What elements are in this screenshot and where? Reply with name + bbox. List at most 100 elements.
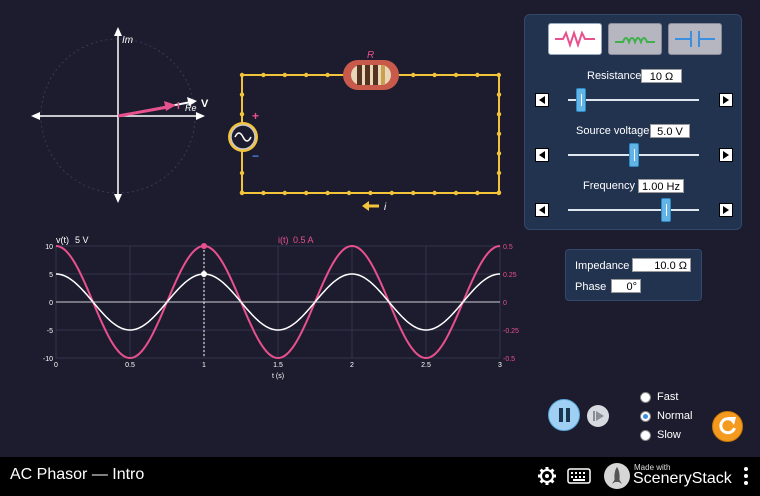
- frequency-slider-thumb[interactable]: [661, 198, 672, 222]
- electron-dot: [325, 190, 330, 196]
- speed-fast-radio[interactable]: [640, 392, 651, 403]
- gear-icon[interactable]: [537, 466, 557, 486]
- current-label: i: [384, 202, 387, 213]
- phase-label: Phase: [575, 281, 607, 293]
- frequency-increase-button[interactable]: [719, 203, 733, 217]
- circuit-diagram[interactable]: R + − i: [222, 45, 512, 215]
- current-cursor-point: [201, 243, 207, 249]
- y-axis-right: 0.5 0.25 0 -0.25 -0.5: [503, 244, 519, 363]
- y-tick-label-right: 0.25: [503, 272, 517, 279]
- voltage-increase-button[interactable]: [719, 148, 733, 162]
- resistance-slider-track[interactable]: [568, 99, 699, 101]
- electron-dot: [496, 190, 502, 195]
- electron-dot: [239, 190, 245, 195]
- v-series-name: v(t): [56, 235, 69, 245]
- electron-dot: [282, 72, 287, 78]
- brand-name: SceneryStack: [633, 470, 732, 487]
- resistance-increase-button[interactable]: [719, 93, 733, 107]
- source-minus: −: [252, 149, 259, 163]
- resistor-band-4: [381, 65, 385, 85]
- speed-normal-radio[interactable]: [640, 411, 651, 422]
- voltage-slider-thumb[interactable]: [628, 143, 639, 167]
- x-tick-label: 0.5: [125, 362, 135, 369]
- electron-dot: [496, 170, 502, 176]
- speed-normal-label: Normal: [657, 410, 693, 422]
- keyboard-icon[interactable]: [567, 468, 591, 484]
- electron-dot: [496, 112, 502, 117]
- current-phasor: [117, 105, 169, 118]
- step-forward-button[interactable]: [587, 405, 609, 427]
- electron-dot: [432, 72, 437, 78]
- re-arrow-left-icon: [31, 112, 40, 120]
- resistance-slider-thumb[interactable]: [576, 88, 587, 112]
- resistor-label: R: [367, 50, 374, 61]
- arrow-left-icon: [539, 206, 545, 214]
- electron-dot: [453, 72, 459, 78]
- scenerystack-logo[interactable]: [604, 463, 630, 489]
- i-series-name: i(t): [278, 235, 289, 245]
- frequency-slider-track[interactable]: [568, 209, 699, 211]
- electron-dot: [368, 190, 373, 196]
- y-tick-label-left: -10: [43, 356, 53, 363]
- speed-slow-radio[interactable]: [640, 430, 651, 441]
- voltage-phasor-label: V: [201, 98, 209, 110]
- circuit-wire: [241, 74, 500, 194]
- impedance-label: Impedance: [575, 260, 630, 272]
- current-arrow-icon: [362, 201, 369, 211]
- resistance-label: Resistance: [587, 70, 642, 82]
- more-options-icon[interactable]: [742, 466, 750, 488]
- electron-dot: [261, 72, 266, 78]
- arrow-left-icon: [539, 151, 545, 159]
- y-tick-label-left: 5: [49, 272, 53, 279]
- electron-dot: [346, 190, 352, 196]
- resistor-tab-button[interactable]: [548, 23, 602, 55]
- step-forward-icon: [593, 411, 604, 421]
- impedance-panel: Impedance 10.0 Ω Phase 0°: [565, 249, 702, 301]
- x-tick-label: 3: [498, 362, 502, 369]
- frequency-value: 1.00 Hz: [638, 179, 684, 193]
- resistor-icon: [555, 29, 595, 49]
- x-axis: 0 0.5 1 1.5 2 2.5 3: [54, 362, 502, 369]
- capacitor-tab-button[interactable]: [668, 23, 722, 55]
- electron-dot: [389, 190, 394, 196]
- x-tick-label: 1: [202, 362, 206, 369]
- electron-dot: [432, 190, 437, 196]
- speed-slow-label: Slow: [657, 429, 681, 441]
- frequency-label: Frequency: [583, 180, 635, 192]
- resistor-band-1: [357, 65, 362, 85]
- electron-dot: [496, 151, 502, 156]
- y-tick-label-right: -0.5: [503, 356, 515, 363]
- pause-button[interactable]: [548, 399, 580, 431]
- control-panel: Resistance 10 Ω Source voltage 5.0 V Fre…: [524, 14, 742, 230]
- resistance-decrease-button[interactable]: [535, 93, 549, 107]
- electron-dot: [304, 72, 309, 78]
- im-arrow-down-icon: [114, 194, 122, 203]
- voltage-decrease-button[interactable]: [535, 148, 549, 162]
- y-tick-label-right: 0.5: [503, 244, 513, 251]
- arrow-right-icon: [723, 151, 729, 159]
- electron-dot: [239, 72, 245, 78]
- electron-dot: [304, 190, 309, 196]
- reset-icon: [719, 417, 736, 435]
- x-tick-label: 1.5: [273, 362, 283, 369]
- electron-dot: [475, 72, 480, 78]
- arrow-right-icon: [723, 96, 729, 104]
- y-tick-label-right: -0.25: [503, 328, 519, 335]
- frequency-decrease-button[interactable]: [535, 203, 549, 217]
- electron-dot: [325, 72, 330, 78]
- inductor-icon: [615, 37, 655, 45]
- electron-dot: [239, 170, 245, 176]
- x-tick-label: 2.5: [421, 362, 431, 369]
- x-tick-label: 2: [350, 362, 354, 369]
- current-phasor-head-icon: [164, 101, 176, 111]
- arrow-left-icon: [539, 96, 545, 104]
- simulation-screen: Im Re V I R + − i v(t) 5 V i(t) 0.5 A 10…: [0, 0, 760, 457]
- y-tick-label-left: -5: [47, 328, 53, 335]
- source-plus: +: [252, 109, 259, 123]
- electron-dot: [496, 92, 502, 97]
- x-tick-label: 0: [54, 362, 58, 369]
- inductor-tab-button[interactable]: [608, 23, 662, 55]
- rocket-icon: [612, 467, 622, 484]
- chart-grid: [55, 245, 501, 359]
- reset-all-button[interactable]: [712, 411, 743, 442]
